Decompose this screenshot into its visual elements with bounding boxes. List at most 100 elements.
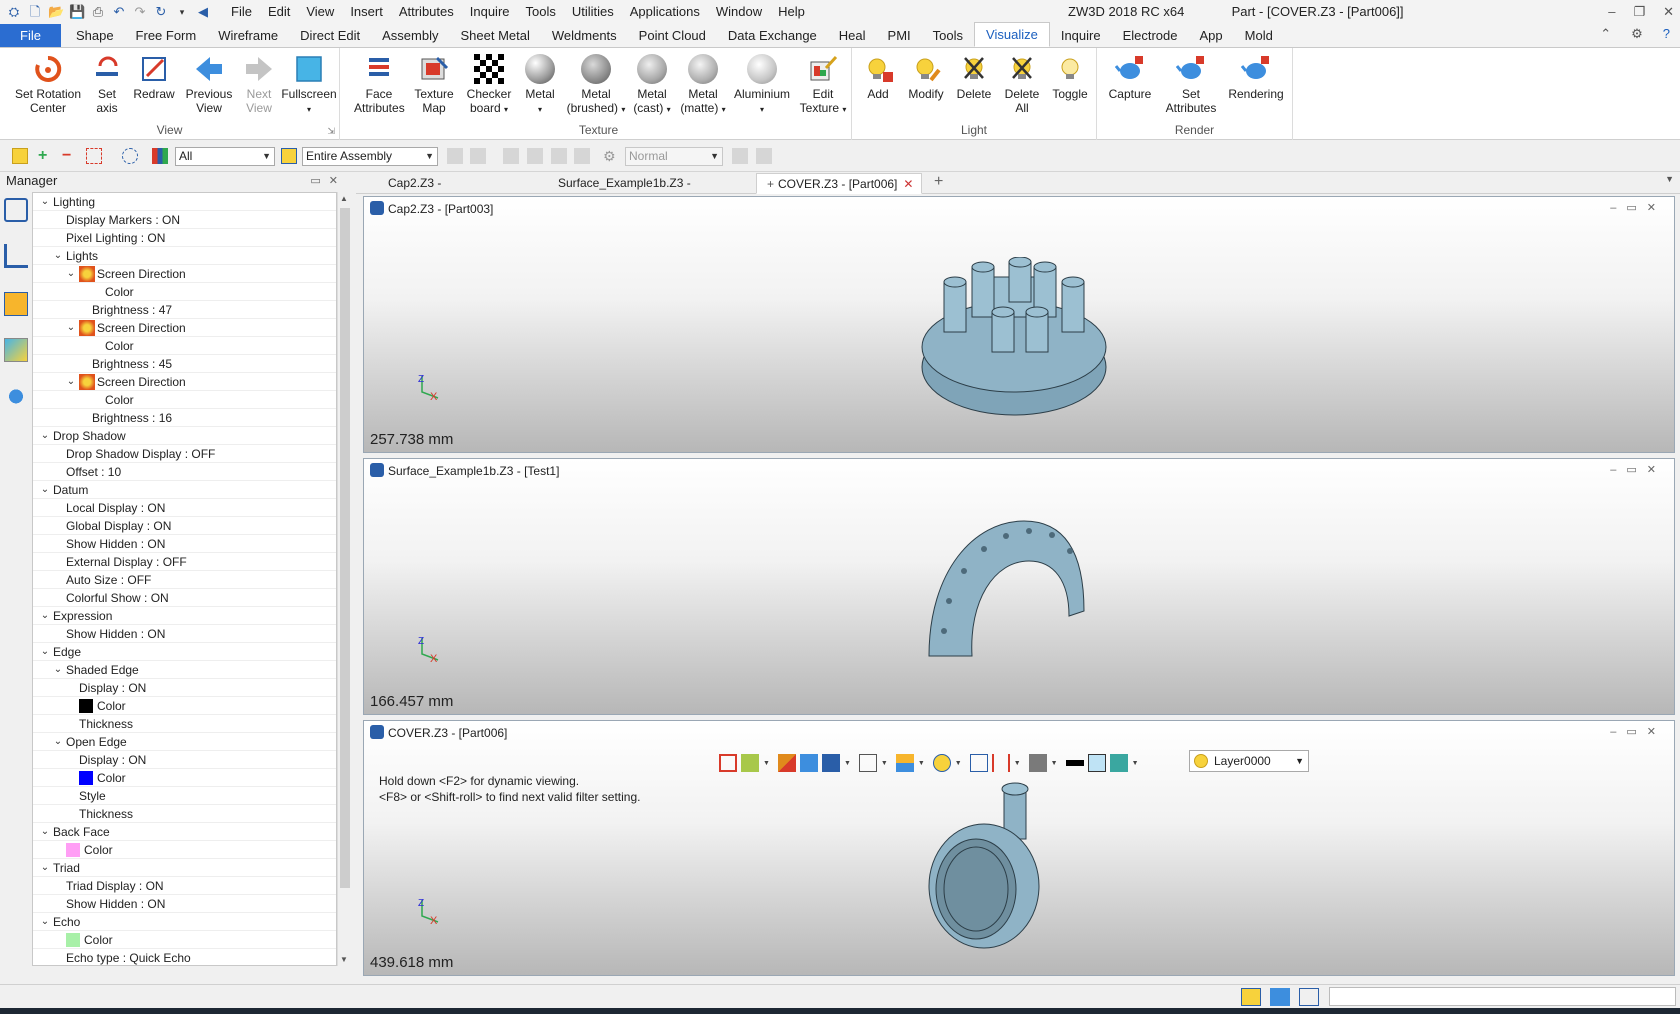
distribute-disabled-icon[interactable] bbox=[527, 148, 543, 164]
color-swatch[interactable] bbox=[66, 933, 80, 947]
menu-attributes[interactable]: Attributes bbox=[391, 0, 462, 24]
filter-icon[interactable] bbox=[152, 148, 168, 164]
visual-style-icon[interactable] bbox=[932, 754, 951, 772]
tree-row[interactable]: Show Hidden : ON bbox=[33, 625, 336, 643]
arrange-disabled-icon[interactable] bbox=[551, 148, 567, 164]
tree-row[interactable]: Show Hidden : ON bbox=[33, 895, 336, 913]
rendering-button[interactable]: Rendering bbox=[1225, 54, 1287, 101]
tab-file[interactable]: File bbox=[0, 24, 61, 47]
mode-combo[interactable]: Normal ▼ bbox=[625, 147, 723, 166]
previous-view-button[interactable]: Previous View bbox=[184, 54, 234, 115]
tree-row[interactable]: Offset : 10 bbox=[33, 463, 336, 481]
tab-inquire[interactable]: Inquire bbox=[1050, 24, 1112, 47]
tree-row[interactable]: Color bbox=[33, 931, 336, 949]
edit-texture-button[interactable]: Edit Texture ▾ bbox=[796, 54, 850, 117]
expand-chevron-icon[interactable]: ⌄ bbox=[52, 247, 64, 265]
capture-button[interactable]: Capture bbox=[1105, 54, 1155, 101]
pick-cursor-icon[interactable] bbox=[12, 148, 28, 164]
tab-free-form[interactable]: Free Form bbox=[125, 24, 208, 47]
assembly-scope-icon[interactable] bbox=[281, 148, 297, 164]
tree-row[interactable]: ⌄ Datum bbox=[33, 481, 336, 499]
display-mode-icon[interactable] bbox=[741, 754, 759, 772]
render-mode-icon[interactable] bbox=[895, 754, 914, 772]
tab-electrode[interactable]: Electrode bbox=[1112, 24, 1189, 47]
tool-disabled-icon[interactable] bbox=[756, 148, 772, 164]
tree-row[interactable]: Thickness bbox=[33, 715, 336, 733]
remove-minus-icon[interactable]: − bbox=[62, 148, 78, 164]
user-icon[interactable] bbox=[4, 388, 28, 412]
tab-list-dropdown-icon[interactable]: ▼ bbox=[1665, 174, 1674, 184]
tree-row[interactable]: Drop Shadow Display : OFF bbox=[33, 445, 336, 463]
expand-chevron-icon[interactable]: ⌄ bbox=[39, 859, 51, 877]
tree-row[interactable]: ⌄ Shaded Edge bbox=[33, 661, 336, 679]
tree-row[interactable]: Display : ON bbox=[33, 679, 336, 697]
expand-chevron-icon[interactable]: ⌄ bbox=[39, 193, 51, 211]
menu-view[interactable]: View bbox=[298, 0, 342, 24]
toggle-light-button[interactable]: Toggle bbox=[1048, 54, 1092, 101]
tree-row[interactable]: Color bbox=[33, 283, 336, 301]
tree-row[interactable]: Style bbox=[33, 787, 336, 805]
fullscreen-button[interactable]: Fullscreen ▾ bbox=[280, 54, 338, 117]
add-light-button[interactable]: Add bbox=[860, 54, 896, 101]
viewport-surface-example[interactable]: Surface_Example1b.Z3 - [Test1] –▭✕ Z X 1… bbox=[363, 458, 1675, 715]
expand-chevron-icon[interactable]: ⌄ bbox=[39, 823, 51, 841]
set-rotation-center-button[interactable]: Set Rotation Center bbox=[8, 54, 88, 115]
scroll-down-arrow-icon[interactable]: ▼ bbox=[340, 955, 348, 964]
wire-cube-icon[interactable] bbox=[821, 754, 840, 772]
tab-weldments[interactable]: Weldments bbox=[541, 24, 628, 47]
tree-row[interactable]: ⌄ Back Face bbox=[33, 823, 336, 841]
tree-row[interactable]: Thickness bbox=[33, 805, 336, 823]
redo-icon[interactable]: ↷ bbox=[132, 4, 148, 20]
assembly-tree-icon[interactable] bbox=[4, 244, 28, 268]
new-tab-icon[interactable]: + bbox=[934, 173, 943, 191]
menu-edit[interactable]: Edit bbox=[260, 0, 298, 24]
section-view-icon[interactable] bbox=[991, 754, 1010, 772]
tab-shape[interactable]: Shape bbox=[65, 24, 125, 47]
tree-row[interactable]: Brightness : 47 bbox=[33, 301, 336, 319]
dialog-launcher-icon[interactable]: ⇲ bbox=[327, 126, 335, 137]
repeat-icon[interactable]: ↻ bbox=[153, 4, 169, 20]
tree-row[interactable]: ⌄ Echo bbox=[33, 913, 336, 931]
list-icon[interactable] bbox=[1299, 988, 1319, 1006]
redraw-button[interactable]: Redraw bbox=[132, 54, 176, 101]
tree-row[interactable]: Local Display : ON bbox=[33, 499, 336, 517]
layers-icon[interactable] bbox=[1109, 754, 1128, 772]
checker-board-button[interactable]: Checker board ▾ bbox=[464, 54, 514, 117]
pin-disabled-icon[interactable] bbox=[574, 148, 590, 164]
expand-chevron-icon[interactable]: ⌄ bbox=[39, 913, 51, 931]
customize-dropdown-icon[interactable]: ▾ bbox=[174, 4, 190, 20]
viewport-cap2[interactable]: Cap2.Z3 - [Part003] –▭✕ Z X 257.738 mm bbox=[363, 196, 1675, 453]
tab-mold[interactable]: Mold bbox=[1234, 24, 1284, 47]
tab-pmi[interactable]: PMI bbox=[877, 24, 922, 47]
tree-row[interactable]: ⌄ Triad bbox=[33, 859, 336, 877]
tree-row[interactable]: Color bbox=[33, 391, 336, 409]
viewport-cover[interactable]: COVER.Z3 - [Part006] –▭✕ Hold down <F2> … bbox=[363, 720, 1675, 976]
viewport-window-controls[interactable]: –▭✕ bbox=[1610, 201, 1666, 214]
texture-map-button[interactable]: Texture Map bbox=[412, 54, 456, 115]
tree-row[interactable]: Pixel Lighting : ON bbox=[33, 229, 336, 247]
tree-row[interactable]: ⌄ Edge bbox=[33, 643, 336, 661]
tab-heal[interactable]: Heal bbox=[828, 24, 877, 47]
tab-direct-edit[interactable]: Direct Edit bbox=[289, 24, 371, 47]
filter-combo[interactable]: All ▼ bbox=[175, 147, 275, 166]
tab-visualize[interactable]: Visualize bbox=[974, 22, 1050, 47]
tree-row[interactable]: Color bbox=[33, 769, 336, 787]
tree-row[interactable]: ⌄ Open Edge bbox=[33, 733, 336, 751]
view-cube-icon[interactable] bbox=[858, 754, 877, 772]
delete-light-button[interactable]: Delete bbox=[954, 54, 994, 101]
viewport-window-controls[interactable]: –▭✕ bbox=[1610, 725, 1666, 738]
metal-matte-button[interactable]: Metal (matte) ▾ bbox=[678, 54, 728, 117]
save-icon[interactable]: 💾 bbox=[69, 4, 85, 20]
add-plus-icon[interactable]: + bbox=[38, 148, 54, 164]
color-swatch[interactable] bbox=[66, 843, 80, 857]
back-arrow-icon[interactable]: ◀ bbox=[195, 4, 211, 20]
snap2-disabled-icon[interactable] bbox=[470, 148, 486, 164]
tree-row[interactable]: ⌄ Drop Shadow bbox=[33, 427, 336, 445]
set-axis-button[interactable]: Set axis bbox=[92, 54, 122, 115]
lasso-select-icon[interactable] bbox=[122, 148, 138, 164]
tree-row[interactable]: ⌄ Screen Direction bbox=[33, 319, 336, 337]
tree-row[interactable]: Display Markers : ON bbox=[33, 211, 336, 229]
tree-row[interactable]: ⌄ Lights bbox=[33, 247, 336, 265]
color-swatch[interactable] bbox=[79, 771, 93, 785]
restore-icon[interactable]: ❐ bbox=[1633, 0, 1645, 24]
